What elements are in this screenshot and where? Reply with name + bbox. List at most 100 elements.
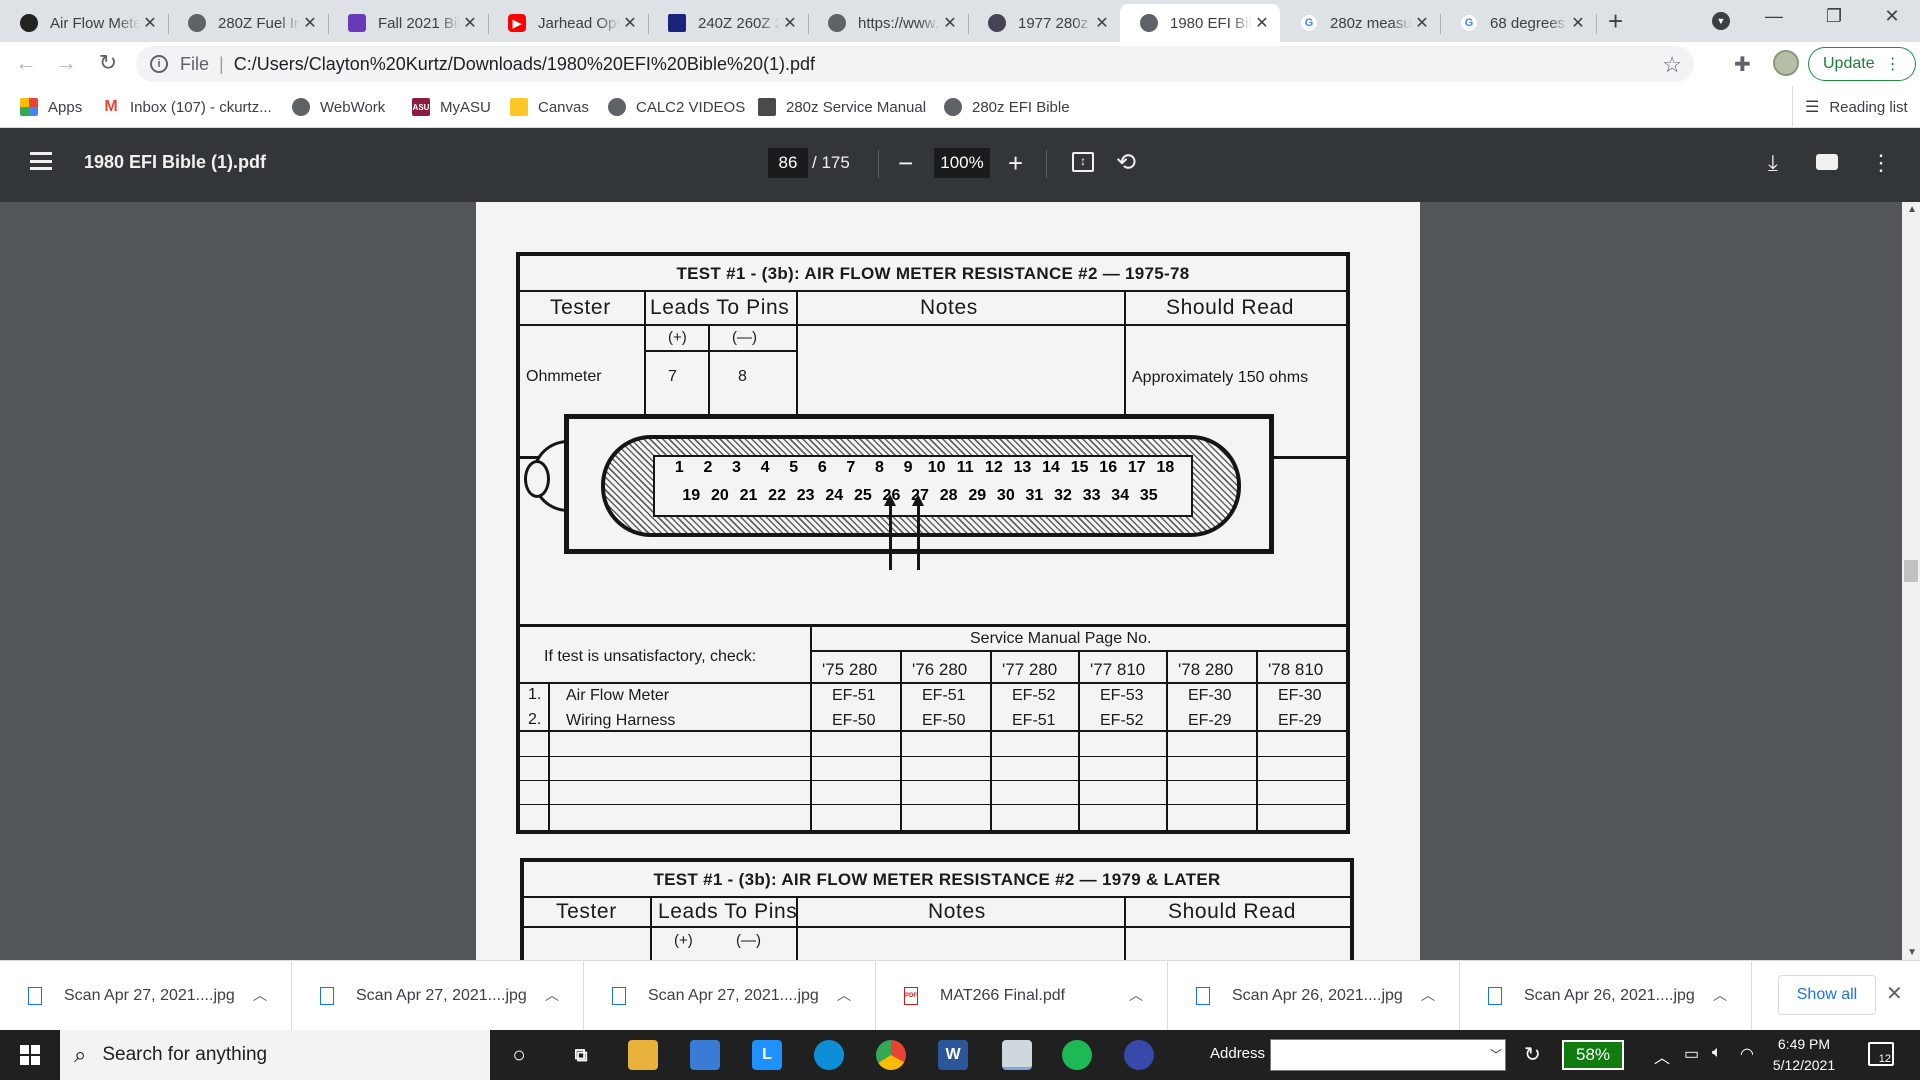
- chevron-up-icon[interactable]: ︿: [1713, 985, 1727, 1005]
- download-item[interactable]: Scan Apr 27, 2021....jpg ︿: [292, 961, 584, 1031]
- notification-center-icon[interactable]: 12: [1868, 1042, 1894, 1066]
- tab-1980-efi-bible[interactable]: 1980 EFI Bible ✕: [1120, 4, 1280, 42]
- wifi-icon[interactable]: ◠: [1740, 1044, 1754, 1064]
- chevron-down-icon[interactable]: ﹀: [1490, 1046, 1502, 1063]
- scroll-up-icon[interactable]: ▲: [1907, 204, 1917, 215]
- chevron-up-icon[interactable]: ︿: [1654, 1044, 1670, 1068]
- store-icon[interactable]: [690, 1040, 720, 1070]
- bookmark-inbox[interactable]: M Inbox (107) - ckurtz...: [102, 86, 272, 128]
- chevron-up-icon[interactable]: ︿: [1421, 985, 1435, 1005]
- chevron-up-icon[interactable]: ︿: [1129, 985, 1143, 1005]
- edge-icon[interactable]: [814, 1040, 844, 1070]
- bookmark-star-icon[interactable]: ☆: [1662, 52, 1682, 78]
- download-item[interactable]: PDF MAT266 Final.pdf ︿: [876, 961, 1168, 1031]
- volume-icon[interactable]: 🔈︎: [1712, 1044, 1722, 1062]
- clock[interactable]: 6:49 PM 5/12/2021: [1764, 1034, 1844, 1076]
- close-icon[interactable]: ✕: [140, 13, 160, 33]
- refresh-icon[interactable]: ↻: [1524, 1042, 1541, 1067]
- pdf-viewport[interactable]: TEST #1 - (3b): AIR FLOW METER RESISTANC…: [0, 202, 1920, 960]
- download-item[interactable]: Scan Apr 26, 2021....jpg ︿: [1168, 961, 1460, 1031]
- update-button[interactable]: Update ⋮: [1808, 47, 1916, 81]
- tab-1977-280z-efi[interactable]: 1977 280z EFI ✕: [968, 4, 1120, 42]
- show-all-downloads-button[interactable]: Show all: [1778, 975, 1876, 1015]
- new-tab-button[interactable]: +: [1608, 8, 1623, 34]
- tab-240z-260z-280z[interactable]: 240Z 260Z 280Z ✕: [648, 4, 809, 42]
- chevron-up-icon[interactable]: ︿: [837, 985, 851, 1005]
- chevron-up-icon[interactable]: ︿: [545, 985, 559, 1005]
- close-icon[interactable]: ✕: [1252, 13, 1272, 33]
- tab-fall-2021-bill[interactable]: Fall 2021 Bill ✕: [328, 4, 489, 42]
- bookmark-calc2-videos[interactable]: CALC2 VIDEOS: [608, 86, 745, 128]
- extensions-puzzle-icon[interactable]: ✚: [1734, 52, 1751, 77]
- tab-jarhead-ops[interactable]: ▶ Jarhead Ops ✕: [488, 4, 649, 42]
- rule: [1078, 650, 1080, 830]
- close-icon[interactable]: ✕: [1886, 981, 1903, 1006]
- chrome-icon[interactable]: [876, 1040, 906, 1070]
- url-text[interactable]: C:/Users/Clayton%20Kurtz/Downloads/1980%…: [234, 54, 815, 75]
- info-icon[interactable]: i: [150, 55, 168, 73]
- hamburger-menu-icon[interactable]: [30, 152, 52, 170]
- address-bar[interactable]: i File | C:/Users/Clayton%20Kurtz/Downlo…: [136, 46, 1694, 82]
- spotify-icon[interactable]: [1062, 1040, 1092, 1070]
- close-icon[interactable]: ✕: [1412, 13, 1432, 33]
- tab-280z-measure[interactable]: G 280z measure ✕: [1280, 4, 1441, 42]
- task-view-icon[interactable]: ⧉: [566, 1040, 596, 1070]
- zoom-out-icon[interactable]: −: [898, 148, 913, 178]
- app-icon[interactable]: [1124, 1040, 1154, 1070]
- close-icon[interactable]: ✕: [1568, 13, 1588, 33]
- profile-avatar[interactable]: [1773, 50, 1799, 76]
- download-item[interactable]: Scan Apr 26, 2021....jpg ︿: [1460, 961, 1752, 1031]
- bookmark-webwork[interactable]: WebWork: [292, 86, 385, 128]
- minimize-button[interactable]: —: [1754, 6, 1794, 27]
- maximize-button[interactable]: ❐: [1814, 6, 1854, 27]
- bookmark-myasu[interactable]: ASU MyASU: [412, 86, 491, 128]
- window-close-button[interactable]: ✕: [1872, 6, 1912, 27]
- forward-arrow-icon[interactable]: →: [52, 52, 80, 74]
- zoom-level-input[interactable]: 100%: [934, 148, 990, 178]
- cortana-icon[interactable]: ○: [504, 1040, 534, 1070]
- bookmark-apps[interactable]: Apps: [20, 86, 82, 128]
- close-icon[interactable]: ✕: [940, 13, 960, 33]
- reload-icon[interactable]: ↻: [94, 52, 122, 74]
- tab-280z-fuel-injection[interactable]: 280Z Fuel Injection ✕: [168, 4, 329, 42]
- google-icon: G: [1300, 14, 1318, 32]
- tab-https-www[interactable]: https://www. ✕: [808, 4, 969, 42]
- tab-air-flow-meter[interactable]: Air Flow Meter ✕: [0, 4, 169, 42]
- page-number-input[interactable]: 86: [768, 148, 808, 178]
- fit-to-page-icon[interactable]: ↕: [1072, 152, 1094, 172]
- file-explorer-icon[interactable]: [628, 1040, 658, 1070]
- battery-icon[interactable]: ▭: [1684, 1044, 1699, 1064]
- download-icon[interactable]: ⤓: [1768, 148, 1778, 178]
- zoom-in-icon[interactable]: +: [1008, 148, 1023, 178]
- download-item[interactable]: Scan Apr 27, 2021....jpg ︿: [584, 961, 876, 1031]
- download-item[interactable]: Scan Apr 27, 2021....jpg ︿: [0, 961, 292, 1031]
- back-arrow-icon[interactable]: ←: [12, 52, 40, 74]
- bookmark-canvas[interactable]: Canvas: [510, 86, 589, 128]
- scroll-down-icon[interactable]: ▼: [1907, 947, 1917, 958]
- globe-icon: [608, 98, 626, 116]
- rotate-icon[interactable]: ⟲: [1116, 148, 1136, 178]
- close-icon[interactable]: ✕: [780, 13, 800, 33]
- close-icon[interactable]: ✕: [1092, 13, 1112, 33]
- document-viewer-icon[interactable]: [1002, 1040, 1032, 1070]
- reading-list-button[interactable]: ☰ Reading list: [1792, 86, 1908, 128]
- close-icon[interactable]: ✕: [620, 13, 640, 33]
- print-icon[interactable]: [1816, 154, 1838, 170]
- app-l-icon[interactable]: L: [752, 1040, 782, 1070]
- scrollbar-thumb[interactable]: [1904, 560, 1918, 582]
- close-icon[interactable]: ✕: [300, 13, 320, 33]
- canvas-icon: [510, 98, 528, 116]
- tab-search-icon[interactable]: ▼: [1712, 12, 1730, 30]
- chevron-up-icon[interactable]: ︿: [253, 985, 267, 1005]
- windows-start-icon[interactable]: [20, 1045, 40, 1065]
- close-icon[interactable]: ✕: [460, 13, 480, 33]
- address-input[interactable]: [1270, 1039, 1506, 1071]
- bookmark-280z-service-manual[interactable]: 280z Service Manual: [758, 86, 926, 128]
- bookmark-280z-efi-bible[interactable]: 280z EFI Bible: [944, 86, 1070, 128]
- word-icon[interactable]: W: [938, 1040, 968, 1070]
- vertical-scrollbar[interactable]: ▲ ▼: [1902, 202, 1920, 960]
- taskbar-search-box[interactable]: ⌕ Search for anything: [60, 1030, 490, 1080]
- tab-68-degrees[interactable]: G 68 degrees ✕: [1440, 4, 1597, 42]
- more-vert-icon[interactable]: ⋮: [1870, 148, 1892, 178]
- battery-indicator[interactable]: 58%: [1562, 1040, 1624, 1070]
